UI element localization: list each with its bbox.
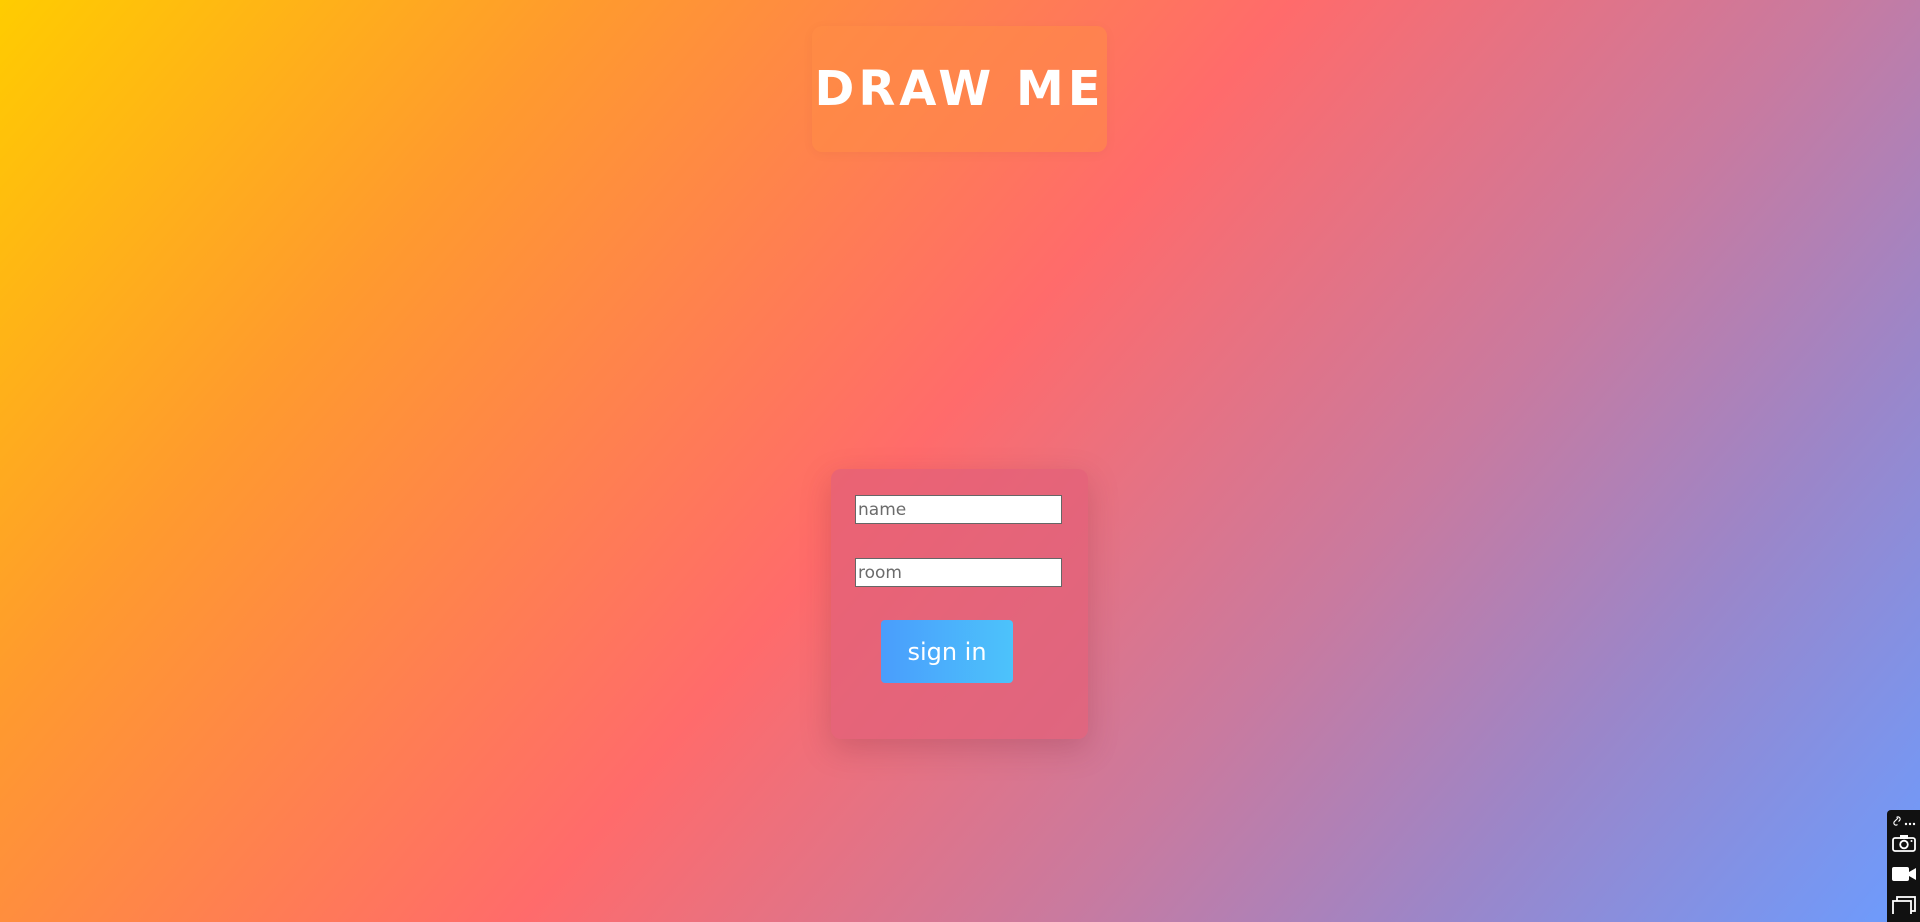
record-button[interactable] [1890,860,1918,888]
window-capture-button[interactable] [1890,891,1918,919]
toolbar-header [1892,814,1916,826]
camera-icon [1891,834,1916,852]
room-input[interactable] [855,558,1062,587]
sign-in-button[interactable]: sign in [881,620,1013,683]
screenshot-button[interactable] [1890,829,1918,857]
link-icon[interactable] [1892,811,1902,830]
name-input[interactable] [855,495,1062,524]
window-icon [1891,896,1916,914]
title-card: DRAW ME [812,26,1107,152]
capture-toolbar [1887,810,1920,922]
more-icon[interactable] [1904,811,1916,830]
page-title: DRAW ME [814,61,1105,117]
login-form: sign in [831,469,1088,739]
video-icon [1891,865,1917,883]
